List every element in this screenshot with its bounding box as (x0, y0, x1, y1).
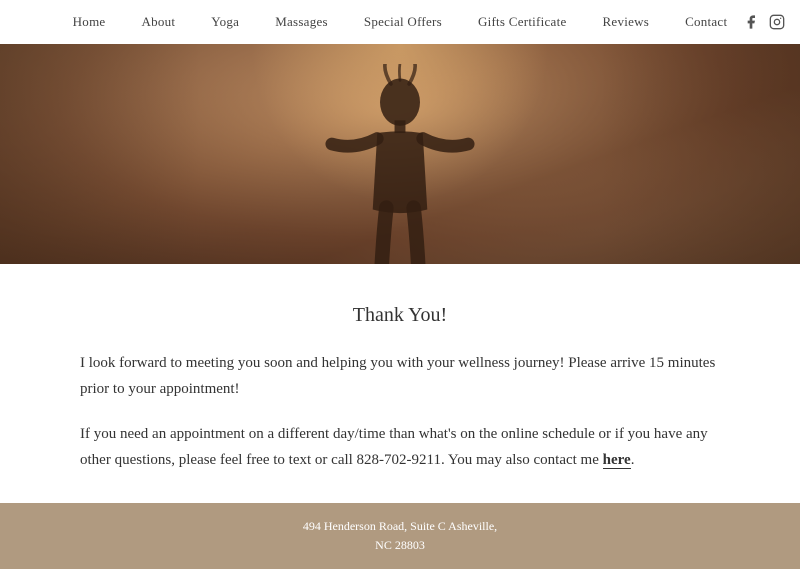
nav-about[interactable]: About (123, 14, 193, 30)
thank-you-title: Thank You! (80, 304, 720, 327)
nav-special-offers[interactable]: Special Offers (346, 14, 460, 30)
paragraph-2: If you need an appointment on a differen… (80, 422, 720, 473)
hero-bg-left (0, 44, 200, 264)
instagram-icon[interactable] (768, 13, 786, 31)
hero-image (0, 44, 800, 264)
nav-contact[interactable]: Contact (667, 14, 745, 30)
page-footer: 494 Henderson Road, Suite C Asheville, N… (0, 503, 800, 569)
nav-yoga[interactable]: Yoga (193, 14, 257, 30)
nav-reviews[interactable]: Reviews (584, 14, 667, 30)
nav-massages[interactable]: Massages (257, 14, 346, 30)
nav-links: Home About Yoga Massages Special Offers … (0, 14, 800, 30)
paragraph-2-text-end: . (631, 452, 635, 468)
facebook-icon[interactable] (742, 13, 760, 31)
footer-address-line2: NC 28803 (0, 536, 800, 555)
hero-bg-right (600, 44, 800, 264)
nav-home[interactable]: Home (55, 14, 124, 30)
main-nav: Home About Yoga Massages Special Offers … (0, 0, 800, 44)
nav-gifts-certificate[interactable]: Gifts Certificate (460, 14, 585, 30)
contact-link[interactable]: here (603, 452, 631, 469)
main-content: Thank You! I look forward to meeting you… (0, 264, 800, 543)
social-links (742, 13, 786, 31)
person-silhouette (320, 64, 480, 264)
paragraph-1: I look forward to meeting you soon and h… (80, 351, 720, 402)
footer-address-line1: 494 Henderson Road, Suite C Asheville, (0, 517, 800, 536)
